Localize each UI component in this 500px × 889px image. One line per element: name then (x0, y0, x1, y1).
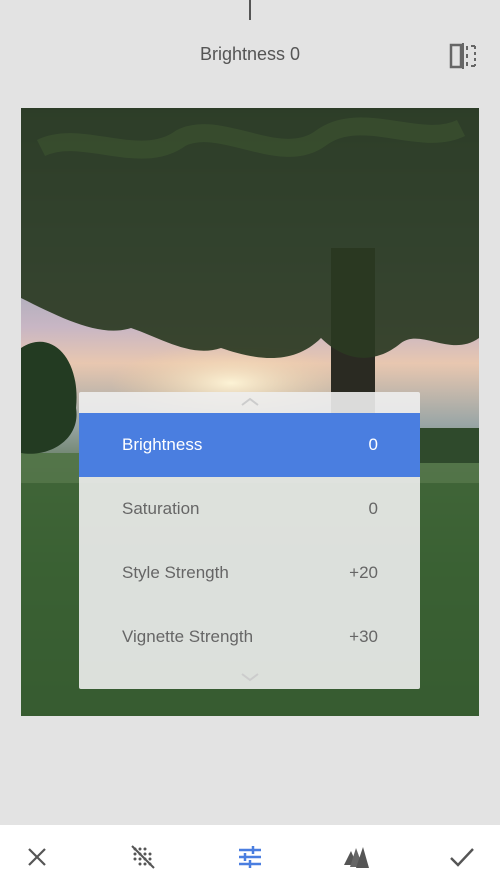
chevron-up-icon[interactable] (79, 394, 420, 414)
adjust-item-label: Style Strength (122, 563, 229, 582)
adjust-item-brightness[interactable]: Brightness 0 (79, 413, 420, 477)
compare-icon[interactable] (449, 43, 477, 69)
adjust-sliders-icon[interactable] (234, 841, 266, 873)
adjust-item-label: Saturation (122, 499, 200, 518)
header: Brightness 0 (0, 0, 500, 108)
adjust-item-vignette-strength[interactable]: Vignette Strength +30 (79, 605, 420, 669)
page-title: Brightness 0 (199, 44, 301, 64)
chevron-down-icon[interactable] (79, 670, 420, 690)
texture-icon[interactable] (127, 841, 159, 873)
adjust-item-style-strength[interactable]: Style Strength +20 (79, 541, 420, 605)
adjust-item-saturation[interactable]: Saturation 0 (79, 477, 420, 541)
close-icon[interactable] (21, 841, 53, 873)
checkmark-icon[interactable] (446, 841, 478, 873)
adjust-item-label: Brightness (122, 435, 203, 454)
adjust-item-label: Vignette Strength (122, 627, 254, 646)
adjust-item-value: 0 (368, 435, 378, 454)
styles-icon[interactable] (340, 841, 372, 873)
bottom-toolbar (0, 825, 500, 889)
adjust-item-value: +30 (349, 627, 378, 646)
adjust-item-value: +20 (349, 563, 378, 582)
adjust-item-value: 0 (368, 499, 378, 518)
adjustments-panel[interactable]: Brightness 0 Saturation 0 Style Strength… (79, 392, 420, 689)
